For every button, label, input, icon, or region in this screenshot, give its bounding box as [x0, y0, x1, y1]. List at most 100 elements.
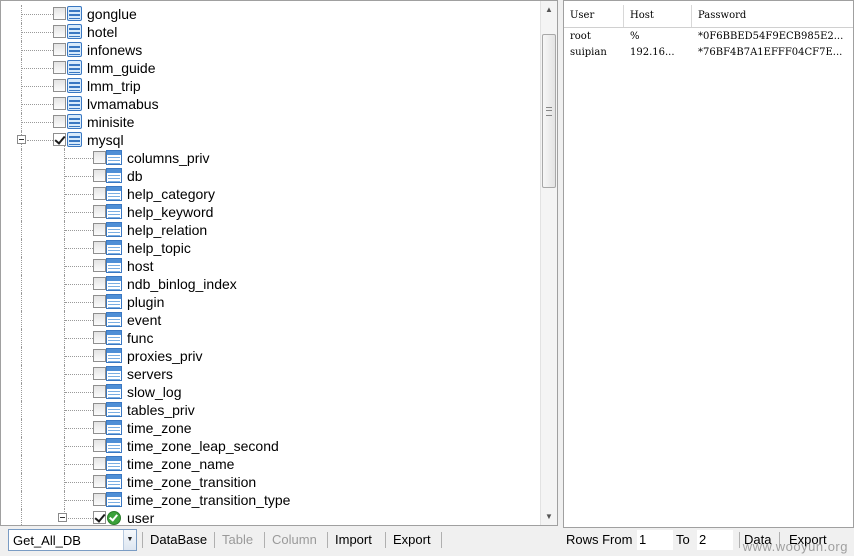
tree-table-item[interactable]: time_zone	[1, 419, 541, 437]
tree-table-item[interactable]: ndb_binlog_index	[1, 275, 541, 293]
checkbox[interactable]	[53, 79, 66, 92]
table-name: user	[127, 510, 155, 526]
checkbox[interactable]	[93, 169, 106, 182]
tree-table-item[interactable]: func	[1, 329, 541, 347]
tree-db-item[interactable]: lvmamabus	[1, 95, 541, 113]
tree-db-item[interactable]: hotel	[1, 23, 541, 41]
checkbox[interactable]	[53, 43, 66, 56]
checkbox[interactable]	[93, 187, 106, 200]
tree-guide	[21, 473, 22, 491]
tree-db-item[interactable]: mysql	[1, 131, 541, 149]
checkbox[interactable]	[93, 511, 106, 524]
export-button[interactable]: Export	[387, 530, 437, 550]
table-icon	[106, 276, 122, 291]
checkbox[interactable]	[93, 241, 106, 254]
table-button[interactable]: Table	[216, 530, 259, 550]
scroll-up-icon[interactable]: ▲	[541, 1, 557, 18]
checkbox[interactable]	[93, 457, 106, 470]
tree-table-item[interactable]: db	[1, 167, 541, 185]
tree-table-item[interactable]: plugin	[1, 293, 541, 311]
rows-from-input[interactable]: 1	[637, 530, 673, 550]
checkbox[interactable]	[53, 7, 66, 20]
tree-table-item[interactable]: help_keyword	[1, 203, 541, 221]
scrollbar-thumb[interactable]	[542, 34, 556, 188]
checkbox[interactable]	[93, 385, 106, 398]
rows-to-input[interactable]: 2	[697, 530, 733, 550]
checkbox[interactable]	[93, 223, 106, 236]
checkbox[interactable]	[93, 403, 106, 416]
tree-table-item[interactable]: tables_priv	[1, 401, 541, 419]
tree-table-item[interactable]: time_zone_name	[1, 455, 541, 473]
column-button[interactable]: Column	[266, 530, 323, 550]
tree-db-item[interactable]: lmm_trip	[1, 77, 541, 95]
tree-db-item[interactable]: infonews	[1, 41, 541, 59]
tree-guide	[65, 176, 93, 177]
toolbar-divider	[142, 532, 143, 548]
tree-table-item[interactable]: help_relation	[1, 221, 541, 239]
checkbox[interactable]	[53, 61, 66, 74]
tree-table-item[interactable]: time_zone_leap_second	[1, 437, 541, 455]
checkbox[interactable]	[53, 115, 66, 128]
checkbox[interactable]	[53, 97, 66, 110]
toolbar-divider	[739, 532, 740, 548]
cell-host: 192.16...	[630, 47, 675, 58]
checkbox[interactable]	[53, 25, 66, 38]
checkbox[interactable]	[93, 331, 106, 344]
column-header-host[interactable]: Host	[624, 5, 692, 27]
chevron-down-icon[interactable]: ▼	[123, 530, 136, 550]
import-button[interactable]: Import	[329, 530, 378, 550]
scroll-down-icon[interactable]: ▼	[541, 508, 557, 525]
column-header-user[interactable]: User	[564, 5, 624, 27]
tree-db-item[interactable]: lmm_guide	[1, 59, 541, 77]
checkbox[interactable]	[93, 349, 106, 362]
table-name: plugin	[127, 294, 165, 310]
database-button[interactable]: DataBase	[144, 530, 213, 550]
tree-table-item[interactable]: help_category	[1, 185, 541, 203]
tree-guide	[68, 518, 93, 519]
tree-guide	[65, 374, 93, 375]
table-row[interactable]: suipian 192.16... *76BF4B7A1EFFF04CF7E..…	[564, 44, 853, 62]
tree-guide	[65, 482, 93, 483]
tree-table-item[interactable]: event	[1, 311, 541, 329]
tree-guide	[21, 455, 22, 473]
tree-guide	[21, 419, 22, 437]
checkbox[interactable]	[93, 205, 106, 218]
checkbox[interactable]	[93, 313, 106, 326]
table-icon	[106, 294, 122, 309]
checkbox[interactable]	[93, 475, 106, 488]
tree-guide	[65, 212, 93, 213]
checkbox[interactable]	[93, 439, 106, 452]
collapse-icon[interactable]	[58, 513, 67, 522]
checkbox[interactable]	[93, 259, 106, 272]
tree-table-item[interactable]: time_zone_transition_type	[1, 491, 541, 509]
checkbox[interactable]	[53, 133, 66, 146]
table-name: time_zone_transition	[127, 474, 257, 490]
tree-table-item[interactable]: time_zone_transition	[1, 473, 541, 491]
checkbox[interactable]	[93, 421, 106, 434]
tree-table-item[interactable]: slow_log	[1, 383, 541, 401]
table-icon	[106, 168, 122, 183]
tree-guide	[21, 509, 22, 525]
tree-table-item[interactable]: host	[1, 257, 541, 275]
db-select-dropdown[interactable]: Get_All_DB ▼	[8, 529, 137, 551]
checkbox[interactable]	[93, 493, 106, 506]
checkbox[interactable]	[93, 295, 106, 308]
table-name: columns_priv	[127, 150, 210, 166]
checkbox[interactable]	[93, 367, 106, 380]
tree-table-item[interactable]: columns_priv	[1, 149, 541, 167]
result-grid: User Host Password root % *0F6BBED54F9EC…	[563, 0, 854, 528]
toolbar-divider	[385, 532, 386, 548]
collapse-icon[interactable]	[17, 135, 26, 144]
tree-table-item[interactable]: servers	[1, 365, 541, 383]
tree-table-item[interactable]: user	[1, 509, 541, 526]
tree-scrollbar[interactable]: ▲ ▼	[540, 1, 557, 525]
db-name: gonglue	[87, 6, 137, 22]
tree-table-item[interactable]: proxies_priv	[1, 347, 541, 365]
tree-db-item[interactable]: gonglue	[1, 5, 541, 23]
checkbox[interactable]	[93, 277, 106, 290]
column-header-password[interactable]: Password	[692, 5, 853, 27]
tree-table-item[interactable]: help_topic	[1, 239, 541, 257]
tree-db-item[interactable]: minisite	[1, 113, 541, 131]
db-name: minisite	[87, 114, 135, 130]
checkbox[interactable]	[93, 151, 106, 164]
